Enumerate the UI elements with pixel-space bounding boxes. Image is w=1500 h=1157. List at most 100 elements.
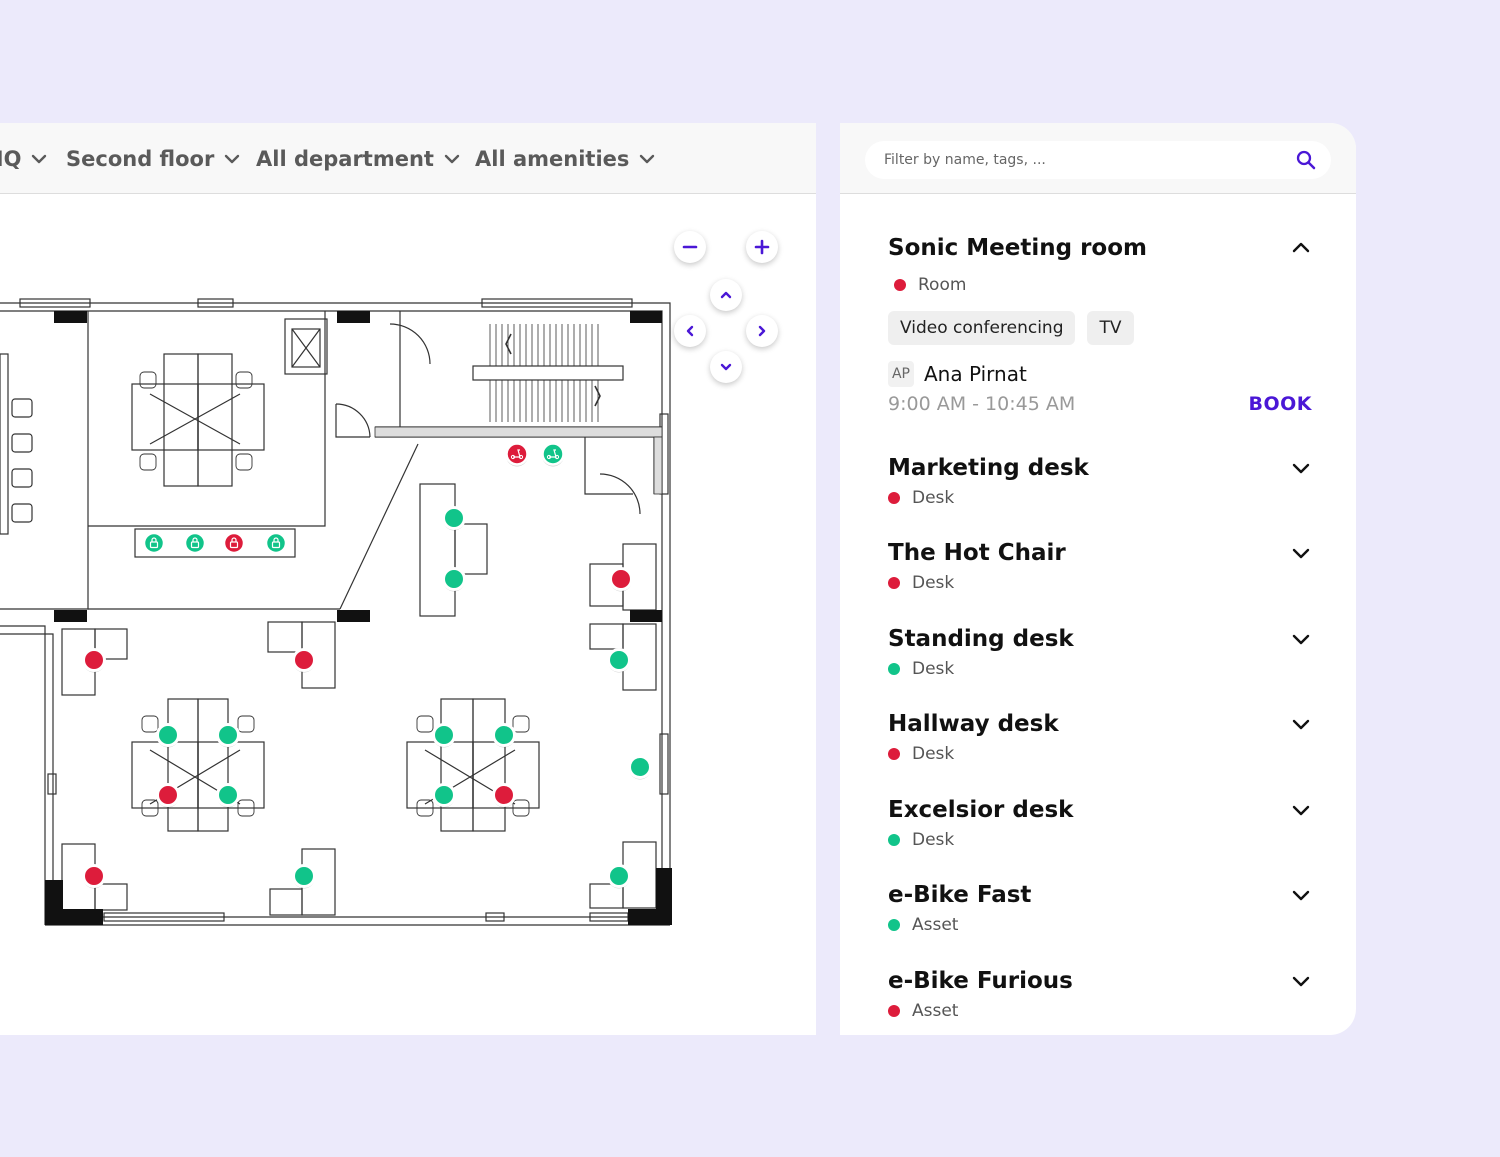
amenity-tag: TV xyxy=(1087,311,1134,345)
list-item[interactable]: e-Bike Furious Asset xyxy=(888,966,1312,1022)
item-title: Standing desk xyxy=(888,626,1074,652)
item-title: e-Bike Furious xyxy=(888,968,1073,994)
amenity-tags: Video conferencing TV xyxy=(888,311,1312,345)
desk-marker[interactable] xyxy=(628,755,652,780)
department-filter-dropdown[interactable]: All department xyxy=(256,143,461,175)
desk-marker[interactable] xyxy=(292,648,316,673)
desk-marker[interactable] xyxy=(432,723,456,748)
chevron-up-icon[interactable] xyxy=(1290,237,1312,259)
avatar: AP xyxy=(888,361,914,387)
floor-filter-dropdown[interactable]: Second floor xyxy=(66,143,241,175)
pan-left-button[interactable] xyxy=(674,315,706,347)
search-input[interactable] xyxy=(882,151,1295,169)
chevron-left-icon xyxy=(686,325,694,337)
status-dot xyxy=(888,663,900,675)
list-item-expanded[interactable]: Sonic Meeting room Room Video conferenci… xyxy=(888,233,1312,415)
department-filter-label: All department xyxy=(256,147,434,171)
list-item[interactable]: Marketing desk Desk xyxy=(888,453,1312,509)
floor-map-panel: HQ Second floor All department All ameni… xyxy=(0,123,816,1035)
status-dot xyxy=(894,279,906,291)
status-dot xyxy=(888,1005,900,1017)
item-type: Desk xyxy=(888,572,1312,594)
item-type: Desk xyxy=(888,743,1312,765)
item-type: Desk xyxy=(888,487,1312,509)
floor-plan-map[interactable] xyxy=(0,194,816,1035)
desk-marker[interactable] xyxy=(216,723,240,748)
booking-time: 9:00 AM - 10:45 AM xyxy=(888,393,1076,415)
desk-marker[interactable] xyxy=(432,783,456,808)
locker-marker[interactable] xyxy=(183,531,207,555)
status-dot xyxy=(888,748,900,760)
desk-marker[interactable] xyxy=(82,648,106,673)
desk-marker[interactable] xyxy=(442,567,466,592)
chevron-down-icon[interactable] xyxy=(1290,799,1312,821)
list-item[interactable]: The Hot Chair Desk xyxy=(888,538,1312,594)
item-type: Asset xyxy=(888,1000,1312,1022)
status-dot xyxy=(888,834,900,846)
list-header xyxy=(840,123,1356,194)
chevron-down-icon[interactable] xyxy=(1290,628,1312,650)
list-item[interactable]: Hallway desk Desk xyxy=(888,709,1312,765)
building-filter-dropdown[interactable]: HQ xyxy=(0,143,48,175)
zoom-in-button[interactable] xyxy=(746,231,778,263)
chevron-down-icon xyxy=(32,154,47,164)
chevron-down-icon xyxy=(225,154,240,164)
desk-marker[interactable] xyxy=(607,648,631,673)
scooter-marker[interactable] xyxy=(541,442,565,467)
amenity-tag: Video conferencing xyxy=(888,311,1076,345)
list-item[interactable]: Standing desk Desk xyxy=(888,624,1312,680)
resource-list-panel: Sonic Meeting room Room Video conferenci… xyxy=(840,123,1356,1035)
desk-marker[interactable] xyxy=(607,864,631,889)
item-type-label: Desk xyxy=(912,830,955,850)
desk-marker[interactable] xyxy=(156,783,180,808)
desk-marker[interactable] xyxy=(156,723,180,748)
amenities-filter-label: All amenities xyxy=(475,147,630,171)
chevron-down-icon[interactable] xyxy=(1290,457,1312,479)
item-title: The Hot Chair xyxy=(888,540,1066,566)
search-box xyxy=(865,141,1331,179)
booker-row: AP Ana Pirnat xyxy=(888,361,1312,387)
item-title: e-Bike Fast xyxy=(888,882,1032,908)
desk-marker[interactable] xyxy=(216,783,240,808)
booker-name: Ana Pirnat xyxy=(924,362,1027,386)
item-type-label: Desk xyxy=(912,659,955,679)
pan-right-button[interactable] xyxy=(746,315,778,347)
item-type-label: Room xyxy=(918,275,967,295)
chevron-down-icon[interactable] xyxy=(1290,970,1312,992)
list-item[interactable]: e-Bike Fast Asset xyxy=(888,880,1312,936)
plus-icon xyxy=(754,239,770,255)
chevron-down-icon[interactable] xyxy=(1290,713,1312,735)
status-dot xyxy=(888,492,900,504)
desk-marker[interactable] xyxy=(609,567,633,592)
amenities-filter-dropdown[interactable]: All amenities xyxy=(475,143,656,175)
book-button[interactable]: BOOK xyxy=(1248,393,1312,415)
building-filter-label: HQ xyxy=(0,147,22,171)
desk-marker[interactable] xyxy=(492,783,516,808)
pan-down-button[interactable] xyxy=(710,351,742,383)
chevron-down-icon[interactable] xyxy=(1290,884,1312,906)
chevron-right-icon xyxy=(758,325,766,337)
filter-bar: HQ Second floor All department All ameni… xyxy=(0,123,816,194)
locker-marker[interactable] xyxy=(264,531,288,555)
chevron-down-icon[interactable] xyxy=(1290,542,1312,564)
desk-marker[interactable] xyxy=(82,864,106,889)
item-title: Excelsior desk xyxy=(888,797,1074,823)
floor-filter-label: Second floor xyxy=(66,147,215,171)
locker-marker[interactable] xyxy=(142,531,166,555)
zoom-out-button[interactable] xyxy=(674,231,706,263)
chevron-up-icon xyxy=(720,291,732,299)
desk-marker[interactable] xyxy=(492,723,516,748)
chevron-down-icon xyxy=(720,363,732,371)
scooter-marker[interactable] xyxy=(505,442,529,467)
locker-marker[interactable] xyxy=(222,531,246,555)
desk-marker[interactable] xyxy=(292,864,316,889)
pan-up-button[interactable] xyxy=(710,279,742,311)
status-dot xyxy=(888,577,900,589)
search-icon[interactable] xyxy=(1295,149,1317,171)
item-type: Desk xyxy=(888,829,1312,851)
item-title: Marketing desk xyxy=(888,455,1089,481)
booking-time-row: 9:00 AM - 10:45 AM BOOK xyxy=(888,393,1312,415)
desk-marker[interactable] xyxy=(442,506,466,531)
minus-icon xyxy=(682,245,698,249)
list-item[interactable]: Excelsior desk Desk xyxy=(888,795,1312,851)
